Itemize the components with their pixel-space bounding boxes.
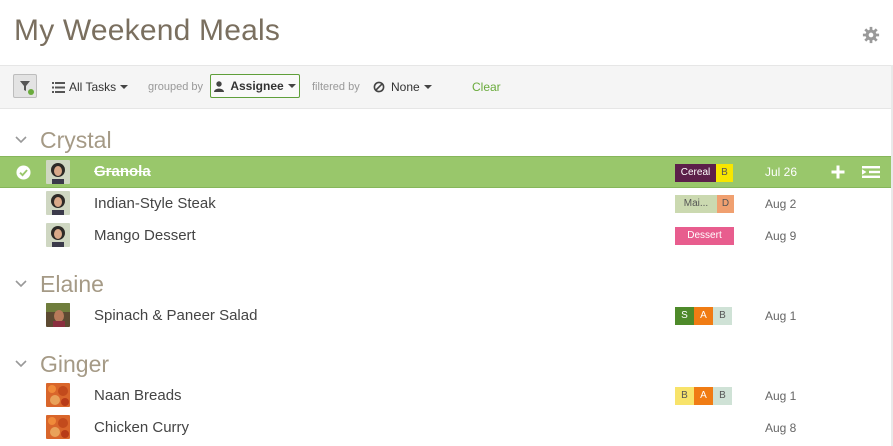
avatar-elaine[interactable]	[46, 303, 70, 327]
page-title: My Weekend Meals	[14, 14, 281, 47]
chevron-down-icon	[423, 85, 432, 89]
chevron-down-icon	[120, 85, 129, 89]
task-name[interactable]: Spinach & Paneer Salad	[94, 300, 257, 332]
view-label: All Tasks	[69, 80, 117, 94]
task-tags: S A B	[675, 307, 732, 325]
tag-badge[interactable]: D	[717, 195, 734, 213]
none-circle-icon	[373, 81, 385, 93]
task-row[interactable]: Granola Cereal B Jul 26	[0, 156, 893, 188]
chevron-down-icon	[15, 280, 27, 288]
tag-badge[interactable]: S	[675, 307, 694, 325]
filter-dropdown[interactable]: None	[373, 66, 432, 108]
tag-badge[interactable]: A	[694, 387, 713, 405]
filtered-by-label: filtered by	[312, 81, 360, 93]
avatar-crystal[interactable]	[46, 191, 70, 215]
avatar-crystal[interactable]	[46, 160, 70, 184]
clear-filter-link[interactable]: Clear	[472, 66, 501, 108]
tag-badge[interactable]: A	[694, 307, 713, 325]
group-header-elaine[interactable]: Elaine	[14, 270, 104, 298]
gear-icon[interactable]	[862, 26, 880, 44]
due-date[interactable]: Aug 1	[765, 380, 796, 412]
indent-subtask-icon[interactable]	[862, 165, 880, 179]
task-name[interactable]: Mango Dessert	[94, 220, 196, 252]
due-date[interactable]: Jul 26	[765, 157, 797, 189]
avatar-crystal[interactable]	[46, 223, 70, 247]
task-name[interactable]: Chicken Curry	[94, 412, 189, 444]
view-dropdown[interactable]: All Tasks	[52, 66, 129, 108]
group-name: Crystal	[40, 126, 112, 153]
group-name: Ginger	[40, 350, 110, 377]
tag-badge[interactable]: Mai...	[675, 195, 717, 213]
grouped-by-label: grouped by	[148, 81, 204, 93]
tag-badge[interactable]: B	[675, 387, 694, 405]
due-date[interactable]: Aug 9	[765, 220, 796, 252]
tag-badge[interactable]: Cereal	[675, 164, 716, 182]
task-name[interactable]: Naan Breads	[94, 380, 182, 412]
user-icon	[214, 80, 225, 92]
chevron-down-icon	[287, 84, 296, 88]
group-header-ginger[interactable]: Ginger	[14, 350, 109, 378]
tag-badge[interactable]: B	[716, 164, 733, 182]
task-name[interactable]: Indian-Style Steak	[94, 188, 216, 220]
task-row[interactable]: Naan Breads B A B Aug 1	[0, 380, 893, 412]
avatar-ginger[interactable]	[46, 383, 70, 407]
filter-value: None	[391, 80, 420, 94]
tag-badge[interactable]: B	[713, 387, 732, 405]
toolbar: All Tasks grouped by Assignee filtered b…	[0, 65, 893, 109]
task-row[interactable]: Spinach & Paneer Salad S A B Aug 1	[0, 300, 893, 332]
group-by-value: Assignee	[230, 79, 284, 93]
due-date[interactable]: Aug 1	[765, 300, 796, 332]
filter-toggle-button[interactable]	[13, 74, 37, 98]
task-row[interactable]: Chicken Curry Aug 8	[0, 412, 893, 444]
group-name: Elaine	[40, 270, 104, 297]
due-date[interactable]: Aug 8	[765, 412, 796, 444]
task-row[interactable]: Indian-Style Steak Mai... D Aug 2	[0, 188, 893, 220]
task-tags: Mai... D	[675, 195, 734, 213]
task-row[interactable]: Mango Dessert Dessert Aug 9	[0, 220, 893, 252]
task-tags: B A B	[675, 387, 732, 405]
avatar-ginger[interactable]	[46, 415, 70, 439]
task-tags: Dessert	[675, 227, 734, 245]
chevron-down-icon	[15, 360, 27, 368]
plus-icon[interactable]	[830, 165, 846, 179]
filter-active-dot	[28, 89, 34, 95]
due-date[interactable]: Aug 2	[765, 188, 796, 220]
task-name[interactable]: Granola	[94, 157, 151, 189]
list-icon	[52, 81, 65, 93]
tag-badge[interactable]: Dessert	[675, 227, 734, 245]
group-by-dropdown[interactable]: Assignee	[210, 74, 300, 98]
tag-badge[interactable]: B	[713, 307, 732, 325]
checkmark-circle-icon[interactable]	[16, 165, 31, 180]
chevron-down-icon	[15, 136, 27, 144]
task-tags: Cereal B	[675, 164, 733, 182]
group-header-crystal[interactable]: Crystal	[14, 126, 112, 154]
